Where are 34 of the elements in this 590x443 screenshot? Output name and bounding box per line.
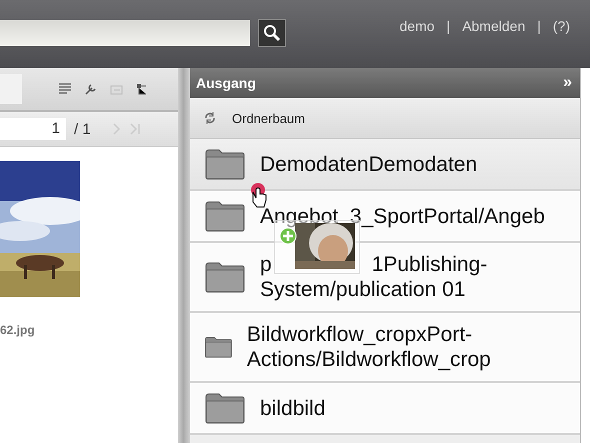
folder-name: DemodatenDemodaten	[260, 152, 478, 176]
list-icon[interactable]	[58, 82, 72, 96]
folder-row[interactable]: bildbild	[190, 383, 580, 435]
folder-icon	[204, 392, 246, 424]
page-total: / 1	[74, 120, 91, 138]
folder-row[interactable]: p 1Publishing- System/publication 01	[190, 243, 580, 313]
separator: |	[537, 18, 541, 34]
folder-name: Bildworkflow_cropxPort-Actions/Bildworkflow_crop	[246, 322, 492, 372]
header-link[interactable]: (?)	[552, 18, 570, 34]
tree-icon[interactable]	[136, 82, 146, 96]
search-field[interactable]	[0, 20, 250, 46]
folder-row[interactable]: Angebot_3_SportPortal/Angeb	[190, 191, 580, 243]
folder-row[interactable]: Bildworkflow_cropxPort-Actions/Bildworkflow_crop	[190, 313, 580, 383]
folder-name: Angebot_3_SportPortal/Angeb	[260, 204, 545, 228]
search-button[interactable]	[258, 19, 286, 47]
file-name: 62.jpg	[0, 323, 36, 337]
wrench-icon[interactable]	[84, 82, 98, 96]
header-link[interactable]: Abmelden	[462, 18, 526, 34]
toolbar-label[interactable]: Ordnerbaum	[232, 110, 305, 126]
folder-icon	[204, 148, 246, 180]
refresh-icon[interactable]	[204, 112, 216, 124]
folder-name: System/publication 01	[260, 277, 466, 302]
panel-title: Ausgang	[196, 75, 256, 91]
folder-name: p	[260, 252, 272, 277]
folder-icon	[204, 261, 246, 293]
folder-icon	[204, 200, 246, 232]
separator: |	[446, 18, 450, 34]
page-field[interactable]: 1	[0, 118, 66, 140]
folder-name: bildbild	[260, 396, 326, 420]
search-icon	[263, 24, 281, 42]
collapse-button[interactable]: »	[561, 74, 574, 92]
header-link[interactable]: demo	[400, 18, 435, 34]
folder-name: 1Publishing-	[372, 252, 488, 277]
add-icon	[279, 227, 297, 245]
